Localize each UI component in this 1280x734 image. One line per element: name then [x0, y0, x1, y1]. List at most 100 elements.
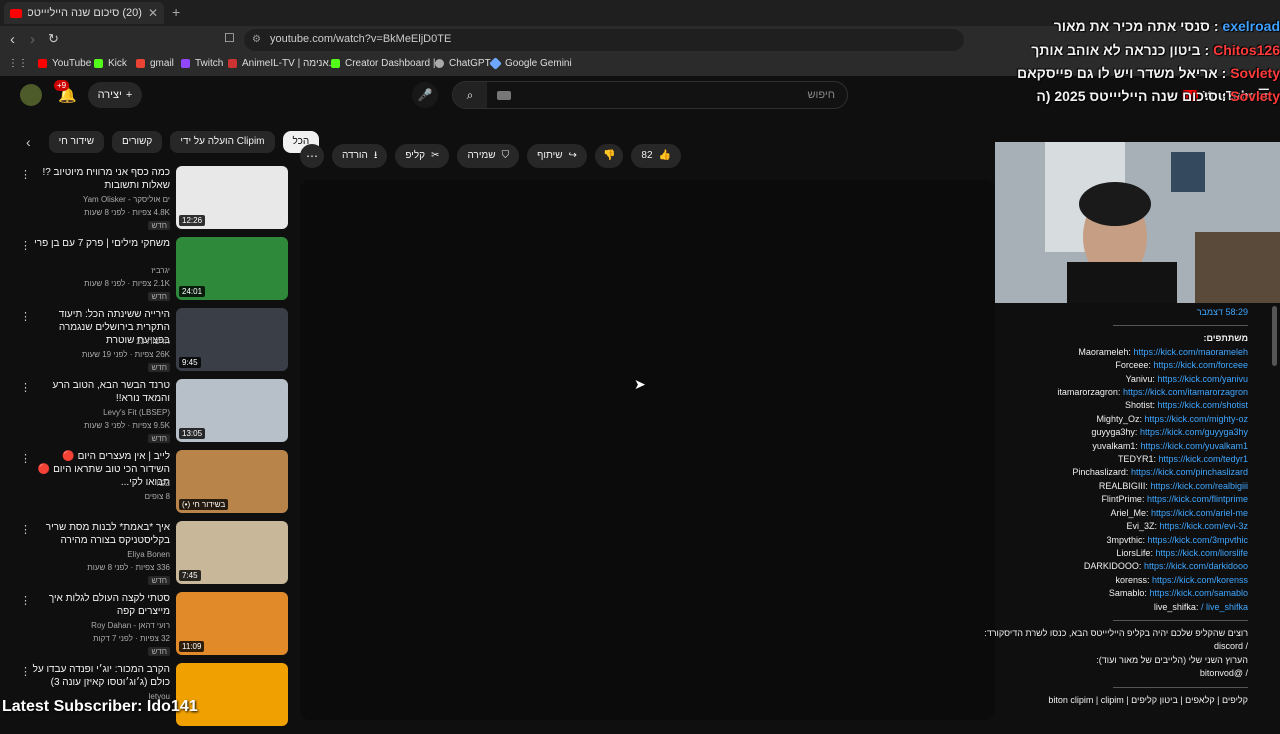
- bookmark-gmail[interactable]: gmail: [136, 58, 174, 69]
- video-title[interactable]: כמה כסף אני מרוויח מיוטיוב ?! שאלות ותשו…: [30, 166, 170, 192]
- participant-link[interactable]: https://kick.com/maorameleh: [1133, 347, 1248, 357]
- channel-link[interactable]: / @bitonvod: [1200, 668, 1248, 678]
- more-actions-icon[interactable]: ⋯: [300, 144, 324, 168]
- search-input[interactable]: חיפוש: [808, 89, 835, 101]
- channel-name[interactable]: ים אוליסקר - Yam Olisker: [83, 195, 170, 204]
- recommendation-item[interactable]: ⋮ 13:05 טרנד הבשר הבא, הטוב הרע והמאד נורא…: [14, 379, 290, 450]
- video-thumbnail[interactable]: 7:45: [176, 521, 288, 584]
- recommendation-item[interactable]: ⋮ 12:26 כמה כסף אני מרוויח מיוטיוב ?! שאלו…: [14, 166, 290, 237]
- video-title[interactable]: לייב | אין מעצרים היום 🔴 השידור הכי טוב …: [30, 450, 170, 489]
- video-thumbnail[interactable]: 13:05: [176, 379, 288, 442]
- timestamp-link[interactable]: 58:29 דצמבר: [1197, 307, 1248, 317]
- channel-name[interactable]: Levy's Fit (LBSEP): [103, 408, 170, 417]
- bookmark-creator-dashboard[interactable]: Creator Dashboard |...: [331, 58, 444, 69]
- participant-link[interactable]: https://kick.com/samablo: [1149, 588, 1248, 598]
- forward-icon[interactable]: ›: [30, 31, 35, 48]
- video-meta: 9.5K צפיות · לפני 3 שעות: [84, 421, 170, 430]
- reload-icon[interactable]: ↻: [48, 31, 59, 47]
- recommendation-item[interactable]: ⋮ 11:09 סטתי לקצה העולם לגלות איך מייצרים …: [14, 592, 290, 663]
- discord-link[interactable]: / discord: [1214, 641, 1248, 651]
- participant-link[interactable]: / live_shifka: [1201, 602, 1248, 612]
- participant-link[interactable]: https://kick.com/evi-3z: [1159, 521, 1248, 531]
- video-player[interactable]: [300, 180, 995, 720]
- channel-name[interactable]: רועי דהאן - Roy Dahan: [91, 621, 170, 630]
- participant-link[interactable]: https://kick.com/korenss: [1152, 575, 1248, 585]
- channel-name[interactable]: Eliya Bonen: [127, 550, 170, 559]
- youtube-icon: [38, 59, 47, 68]
- recommendation-item[interactable]: ⋮ 24:01 משחקי מיליםי | פרק 7 עם בן פרי יגרב…: [14, 237, 290, 308]
- bookmark-kick[interactable]: Kick: [94, 58, 127, 69]
- recommendation-item[interactable]: ⋮ 9:45 הירייה ששינתה הכל: תיעוד התקרית ביר…: [14, 308, 290, 379]
- video-title[interactable]: הקרב המכור: יוג׳י ופנדה עבדו על כולם (ג׳…: [30, 663, 170, 689]
- share-icon: ↪: [568, 150, 577, 161]
- participant-link[interactable]: https://kick.com/guyyga3hy: [1140, 427, 1248, 437]
- channel-name[interactable]: חדשות 13: [136, 337, 170, 346]
- browser-tab[interactable]: (20) סיכום שנה הייליייטס 2025 (ה ✕: [4, 2, 164, 24]
- video-thumbnail[interactable]: (•) בשידור חי: [176, 450, 288, 513]
- participant-link[interactable]: https://kick.com/pinchaslizard: [1131, 467, 1248, 477]
- close-tab-icon[interactable]: ✕: [148, 6, 158, 20]
- new-tab-icon[interactable]: +: [172, 4, 180, 20]
- participant-link[interactable]: https://kick.com/yuvalkam1: [1140, 441, 1248, 451]
- bookmark-twitch[interactable]: Twitch: [181, 58, 223, 69]
- create-button[interactable]: יצירה +: [88, 82, 142, 108]
- participant-link[interactable]: https://kick.com/forceee: [1153, 360, 1248, 370]
- url-text: youtube.com/watch?v=BkMeEljD0TE: [270, 33, 452, 45]
- dislike-button[interactable]: 👎: [594, 144, 624, 168]
- participant-link[interactable]: https://kick.com/yanivu: [1157, 374, 1248, 384]
- video-thumbnail[interactable]: 24:01: [176, 237, 288, 300]
- save-button[interactable]: שמירה ⛉: [457, 144, 520, 168]
- participant-link[interactable]: https://kick.com/darkidooo: [1144, 561, 1248, 571]
- share-button[interactable]: שיתוף ↪: [527, 144, 587, 168]
- scrollbar[interactable]: [1272, 306, 1277, 366]
- video-duration: 7:45: [179, 570, 201, 581]
- participant-link[interactable]: https://kick.com/itamarorzagron: [1123, 387, 1248, 397]
- url-field[interactable]: ⚙ youtube.com/watch?v=BkMeEljD0TE: [244, 29, 964, 51]
- channel-name[interactable]: יגרביז: [151, 266, 170, 275]
- bookmark-animeil[interactable]: AnimeIL-TV | אנימה...: [228, 58, 337, 69]
- participant-row: Maorameleh: https://kick.com/maorameleh: [995, 346, 1248, 359]
- youtube-page: 🔔 +9 יצירה + 🎤 ⌕ חיפוש ‹ שידור חי קשורים …: [0, 76, 995, 726]
- participant-link[interactable]: https://kick.com/mighty-oz: [1144, 414, 1248, 424]
- keyboard-icon[interactable]: [497, 91, 511, 100]
- recommendation-item[interactable]: ⋮ (•) בשידור חי לייב | אין מעצרים היום 🔴 ה…: [14, 450, 290, 521]
- clip-button[interactable]: קליפ ✂: [395, 144, 450, 168]
- bookmark-icon[interactable]: ☐: [224, 31, 235, 45]
- participant-link[interactable]: https://kick.com/3mpvthic: [1147, 535, 1248, 545]
- site-info-icon[interactable]: ⚙: [252, 34, 261, 45]
- bookmark-chatgpt[interactable]: ChatGPT: [435, 58, 491, 69]
- voice-search-mic-icon[interactable]: 🎤: [412, 82, 438, 108]
- video-title[interactable]: טרנד הבשר הבא, הטוב הרע והמאד נורא!!: [30, 379, 171, 405]
- participant-link[interactable]: https://kick.com/ariel-me: [1151, 508, 1248, 518]
- download-button[interactable]: הורדה ⭳: [332, 144, 388, 168]
- participant-link[interactable]: https://kick.com/realbigiii: [1150, 481, 1248, 491]
- video-thumbnail[interactable]: [176, 663, 288, 726]
- video-title[interactable]: סטתי לקצה העולם לגלות איך מייצרים קפה: [30, 592, 170, 618]
- like-button[interactable]: 82 👍: [631, 144, 681, 168]
- video-thumbnail[interactable]: 12:26: [176, 166, 288, 229]
- bookmark-youtube[interactable]: YouTube: [38, 58, 91, 69]
- search-icon[interactable]: ⌕: [453, 82, 487, 108]
- video-thumbnail[interactable]: 9:45: [176, 308, 288, 371]
- participant-link[interactable]: https://kick.com/tedyr1: [1158, 454, 1248, 464]
- video-title[interactable]: משחקי מיליםי | פרק 7 עם בן פרי: [30, 237, 170, 250]
- participant-link[interactable]: https://kick.com/shotist: [1157, 400, 1248, 410]
- chip-uploaded-by[interactable]: הועלה על ידי Clipim: [170, 131, 275, 153]
- participant-link[interactable]: https://kick.com/flintprime: [1147, 494, 1248, 504]
- chip-live[interactable]: שידור חי: [48, 131, 105, 153]
- chevron-left-icon[interactable]: ‹: [26, 134, 31, 150]
- search-bar[interactable]: ⌕ חיפוש: [452, 81, 848, 109]
- recommendation-item[interactable]: ⋮ 7:45 איך *באמת* לבנות מסת שריר בקליסטניק…: [14, 521, 290, 592]
- video-meta: 2.1K צפיות · לפני 8 שעות: [84, 279, 170, 288]
- bookmark-gemini[interactable]: Google Gemini: [489, 57, 572, 70]
- back-icon[interactable]: ‹: [10, 31, 15, 48]
- chip-related[interactable]: קשורים: [112, 131, 163, 153]
- participant-link[interactable]: https://kick.com/liorslife: [1155, 548, 1248, 558]
- video-title[interactable]: איך *באמת* לבנות מסת שריר בקליסטניקס בצו…: [30, 521, 170, 547]
- avatar[interactable]: [20, 84, 42, 106]
- apps-icon[interactable]: ⋮⋮: [8, 58, 28, 69]
- channel-name[interactable]: IGZ: [157, 479, 170, 488]
- notifications-bell-icon[interactable]: 🔔 +9: [54, 80, 77, 104]
- filter-chips: ‹ שידור חי קשורים הועלה על ידי Clipim הכ…: [26, 131, 320, 153]
- video-thumbnail[interactable]: 11:09: [176, 592, 288, 655]
